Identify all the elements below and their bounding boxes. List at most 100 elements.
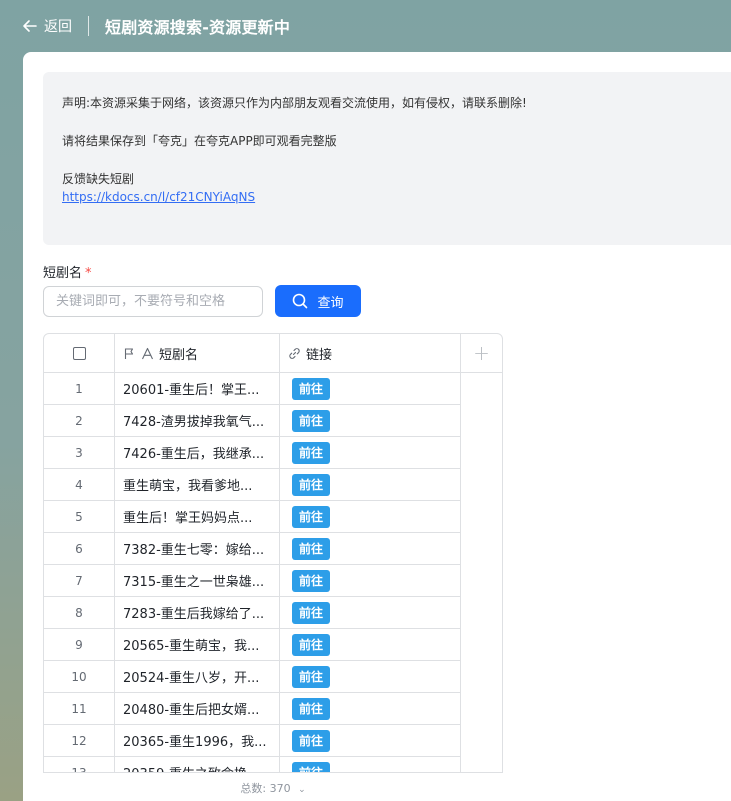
drama-name-cell[interactable]: 20524-重生八岁，开... — [115, 661, 280, 692]
flag-icon — [124, 347, 134, 359]
feedback-label: 反馈缺失短剧 — [62, 172, 135, 186]
link-cell: 前往 — [280, 661, 461, 692]
drama-name-cell[interactable]: 7283-重生后我嫁给了... — [115, 597, 280, 628]
table-row[interactable]: 6 7382-重生七零：嫁给... 前往 — [44, 533, 461, 565]
drama-name-cell[interactable]: 7426-重生后，我继承... — [115, 437, 280, 468]
link-cell: 前往 — [280, 693, 461, 724]
row-index: 11 — [44, 693, 115, 724]
chevron-down-icon[interactable]: ⌄ — [298, 785, 306, 795]
drama-name: 20601-重生后！掌王... — [123, 383, 260, 398]
text-field-icon — [142, 347, 153, 359]
empty-column — [461, 373, 502, 772]
search-icon — [293, 293, 308, 309]
go-button[interactable]: 前往 — [292, 633, 331, 656]
table-row[interactable]: 11 20480-重生后把女婿... 前往 — [44, 693, 461, 725]
total-count: 370 — [269, 782, 291, 795]
row-index: 4 — [44, 469, 115, 500]
table-row[interactable]: 13 20359-重生之致命换... 前往 — [44, 757, 461, 772]
row-index: 9 — [44, 629, 115, 660]
notice-box: 声明:本资源采集于网络，该资源只作为内部朋友观看交流使用，如有侵权，请联系删除!… — [43, 72, 731, 245]
row-index: 8 — [44, 597, 115, 628]
link-cell: 前往 — [280, 629, 461, 660]
table-row[interactable]: 9 20565-重生萌宝，我... 前往 — [44, 629, 461, 661]
drama-name: 20524-重生八岁，开... — [123, 671, 260, 686]
go-button[interactable]: 前往 — [292, 537, 331, 560]
main-card: 声明:本资源采集于网络，该资源只作为内部朋友观看交流使用，如有侵权，请联系删除!… — [23, 52, 731, 801]
drama-name-cell[interactable]: 20601-重生后！掌王... — [115, 373, 280, 404]
search-field-label: 短剧名 * — [43, 262, 92, 281]
go-button[interactable]: 前往 — [292, 409, 331, 432]
table-row[interactable]: 4 重生萌宝，我看爹地... 前往 — [44, 469, 461, 501]
drama-name-cell[interactable]: 重生后！掌王妈妈点... — [115, 501, 280, 532]
save-instruction-text: 请将结果保存到「夸克」在夸克APP即可观看完整版 — [62, 134, 337, 148]
drama-name-cell[interactable]: 20359-重生之致命换... — [115, 757, 280, 772]
drama-name: 重生萌宝，我看爹地... — [123, 479, 253, 494]
table-row[interactable]: 5 重生后！掌王妈妈点... 前往 — [44, 501, 461, 533]
feedback-link[interactable]: https://kdocs.cn/l/cf21CNYiAqNS — [62, 188, 255, 206]
search-label-text: 短剧名 — [43, 266, 83, 281]
column-header-name-label: 短剧名 — [159, 347, 199, 363]
go-button[interactable]: 前往 — [292, 569, 331, 592]
drama-name-cell[interactable]: 20480-重生后把女婿... — [115, 693, 280, 724]
column-header-link[interactable]: 链接 — [280, 334, 461, 372]
table-body: 1 20601-重生后！掌王... 前往 2 7428-渣男拔掉我氧气... 前往 3 742… — [44, 373, 502, 772]
table-row[interactable]: 8 7283-重生后我嫁给了... 前往 — [44, 597, 461, 629]
row-index: 6 — [44, 533, 115, 564]
table-row[interactable]: 3 7426-重生后，我继承... 前往 — [44, 437, 461, 469]
results-table: 短剧名 链接 + 1 20601-重生后！掌王... 前往 2 7428-渣男拔掉我氧气… — [43, 333, 503, 773]
drama-name: 20359-重生之致命换... — [123, 763, 259, 772]
drama-name-cell[interactable]: 重生萌宝，我看爹地... — [115, 469, 280, 500]
link-cell: 前往 — [280, 597, 461, 628]
link-cell: 前往 — [280, 437, 461, 468]
drama-name: 20565-重生萌宝，我... — [123, 639, 260, 654]
header-divider — [88, 16, 89, 36]
required-mark: * — [85, 266, 92, 281]
link-cell: 前往 — [280, 501, 461, 532]
column-header-link-label: 链接 — [306, 347, 333, 363]
link-cell: 前往 — [280, 533, 461, 564]
drama-name-cell[interactable]: 20565-重生萌宝，我... — [115, 629, 280, 660]
drama-name-cell[interactable]: 7382-重生七零：嫁给... — [115, 533, 280, 564]
row-index: 10 — [44, 661, 115, 692]
table-footer: 总数: 370 ⌄ — [23, 780, 483, 796]
back-button[interactable]: 返回 — [22, 16, 72, 36]
disclaimer-text: 声明:本资源采集于网络，该资源只作为内部朋友观看交流使用，如有侵权，请联系删除! — [62, 96, 527, 110]
table-row[interactable]: 10 20524-重生八岁，开... 前往 — [44, 661, 461, 693]
drama-name: 重生后！掌王妈妈点... — [123, 511, 253, 526]
add-column-button[interactable]: + — [461, 334, 502, 372]
go-button[interactable]: 前往 — [292, 697, 331, 720]
drama-name: 7283-重生后我嫁给了... — [123, 607, 265, 622]
row-index: 13 — [44, 757, 115, 772]
table-rows: 1 20601-重生后！掌王... 前往 2 7428-渣男拔掉我氧气... 前往 3 742… — [44, 373, 461, 772]
go-button[interactable]: 前往 — [292, 665, 331, 688]
go-button[interactable]: 前往 — [292, 601, 331, 624]
top-bar: 返回 短剧资源搜索-资源更新中 — [0, 0, 731, 52]
table-row[interactable]: 12 20365-重生1996，我... 前往 — [44, 725, 461, 757]
table-row[interactable]: 7 7315-重生之一世枭雄... 前往 — [44, 565, 461, 597]
go-button[interactable]: 前往 — [292, 377, 331, 400]
go-button[interactable]: 前往 — [292, 473, 331, 496]
drama-name: 7428-渣男拔掉我氧气... — [123, 415, 265, 430]
row-index: 3 — [44, 437, 115, 468]
link-cell: 前往 — [280, 757, 461, 772]
drama-name-cell[interactable]: 7428-渣男拔掉我氧气... — [115, 405, 280, 436]
go-button[interactable]: 前往 — [292, 729, 331, 752]
select-all-checkbox[interactable] — [72, 346, 86, 360]
link-cell: 前往 — [280, 405, 461, 436]
query-button[interactable]: 查询 — [275, 285, 361, 317]
column-header-name[interactable]: 短剧名 — [115, 334, 280, 372]
total-label: 总数: — [240, 782, 267, 795]
go-button[interactable]: 前往 — [292, 505, 331, 528]
table-row[interactable]: 2 7428-渣男拔掉我氧气... 前往 — [44, 405, 461, 437]
row-index: 7 — [44, 565, 115, 596]
go-button[interactable]: 前往 — [292, 441, 331, 464]
drama-name-cell[interactable]: 20365-重生1996，我... — [115, 725, 280, 756]
link-cell: 前往 — [280, 565, 461, 596]
table-row[interactable]: 1 20601-重生后！掌王... 前往 — [44, 373, 461, 405]
search-input[interactable] — [43, 286, 263, 317]
row-index: 2 — [44, 405, 115, 436]
go-button[interactable]: 前往 — [292, 761, 331, 772]
drama-name-cell[interactable]: 7315-重生之一世枭雄... — [115, 565, 280, 596]
page-title: 短剧资源搜索-资源更新中 — [105, 18, 291, 37]
select-all-cell — [44, 334, 115, 372]
